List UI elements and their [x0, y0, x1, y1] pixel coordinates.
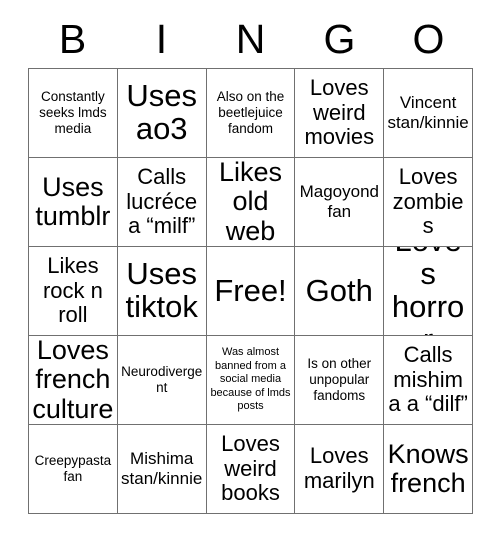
bingo-header: B I N G O	[28, 10, 473, 68]
bingo-cell-text: Calls lucréce a “milf”	[126, 164, 198, 239]
bingo-cell-r3c2[interactable]: Uses tiktok	[117, 247, 207, 336]
bingo-cell-r2c2[interactable]: Calls lucréce a “milf”	[117, 158, 207, 247]
bingo-cell-r4c1[interactable]: Loves french culture	[29, 336, 118, 425]
bingo-cell-text: Calls mishima a “dilf”	[388, 342, 468, 417]
bingo-cell-r2c4[interactable]: Magoyond fan	[295, 158, 385, 247]
bingo-cell-text: Likes rock n roll	[42, 253, 103, 328]
bingo-header-letter-b: B	[58, 15, 87, 62]
bingo-cell-text: Creepypasta fan	[34, 453, 112, 484]
bingo-cell-r5c1[interactable]: Creepypasta fan	[29, 425, 118, 514]
bingo-cell-text: Likes old web	[218, 158, 282, 246]
bingo-cell-text: Neurodivergent	[121, 364, 203, 395]
bingo-cell-text: Knows french	[387, 438, 469, 498]
bingo-cell-text: Also on the beetlejuice fandom	[216, 89, 285, 136]
bingo-cell-r5c5[interactable]: Knows french	[384, 425, 473, 514]
bingo-header-letter-i: I	[155, 15, 168, 62]
bingo-cell-text: Magoyond fan	[299, 182, 379, 221]
bingo-cell-r1c3[interactable]: Also on the beetlejuice fandom	[206, 69, 296, 158]
bingo-cell-text: Constantly seeks lmds media	[39, 89, 107, 136]
bingo-cell-text: Loves horror	[391, 247, 465, 335]
bingo-cell-r4c3[interactable]: Was almost banned from a social media be…	[206, 336, 296, 425]
bingo-cell-r3c4[interactable]: Goth	[295, 247, 385, 336]
bingo-grid: Constantly seeks lmds media Uses ao3 Als…	[28, 68, 473, 514]
bingo-cell-r2c3[interactable]: Likes old web	[206, 158, 296, 247]
bingo-cell-r5c3[interactable]: Loves weird books	[206, 425, 296, 514]
bingo-cell-r3c5[interactable]: Loves horror	[384, 247, 473, 336]
bingo-header-letter-o: O	[412, 15, 445, 62]
bingo-cell-text: Vincent stan/kinnie	[387, 93, 469, 132]
bingo-cell-r1c5[interactable]: Vincent stan/kinnie	[384, 69, 473, 158]
bingo-cell-r1c4[interactable]: Loves weird movies	[295, 69, 385, 158]
bingo-cell-text: Loves weird books	[221, 431, 280, 506]
bingo-cell-r2c1[interactable]: Uses tumblr	[29, 158, 118, 247]
bingo-cell-text: Mishima stan/kinnie	[121, 449, 203, 488]
bingo-cell-r5c2[interactable]: Mishima stan/kinnie	[117, 425, 207, 514]
bingo-cell-r4c5[interactable]: Calls mishima a “dilf”	[384, 336, 473, 425]
bingo-cell-text: Is on other unpopular fandoms	[307, 356, 372, 403]
bingo-cell-text: Loves weird movies	[304, 75, 375, 150]
bingo-cell-r1c1[interactable]: Constantly seeks lmds media	[29, 69, 118, 158]
bingo-cell-text: Goth	[305, 272, 373, 308]
bingo-cell-text: Was almost banned from a social media be…	[210, 346, 291, 413]
bingo-card: B I N G O Constantly seeks lmds media Us…	[28, 10, 473, 514]
bingo-cell-r4c4[interactable]: Is on other unpopular fandoms	[295, 336, 385, 425]
bingo-cell-free-space[interactable]: Free!	[206, 247, 296, 336]
bingo-cell-r5c4[interactable]: Loves marilyn	[295, 425, 385, 514]
bingo-header-letter-g: G	[323, 15, 356, 62]
bingo-cell-text: Uses ao3	[126, 78, 198, 146]
bingo-cell-r3c1[interactable]: Likes rock n roll	[29, 247, 118, 336]
bingo-cell-text: Loves french culture	[32, 336, 114, 424]
bingo-cell-text: Loves zombies	[392, 164, 464, 239]
bingo-cell-text: Loves marilyn	[303, 443, 375, 493]
bingo-cell-r4c2[interactable]: Neurodivergent	[117, 336, 207, 425]
bingo-header-letter-n: N	[235, 15, 266, 62]
bingo-free-space-text: Free!	[214, 272, 287, 308]
bingo-cell-text: Uses tiktok	[125, 256, 198, 324]
bingo-cell-text: Uses tumblr	[35, 171, 111, 231]
bingo-cell-r1c2[interactable]: Uses ao3	[117, 69, 207, 158]
bingo-cell-r2c5[interactable]: Loves zombies	[384, 158, 473, 247]
